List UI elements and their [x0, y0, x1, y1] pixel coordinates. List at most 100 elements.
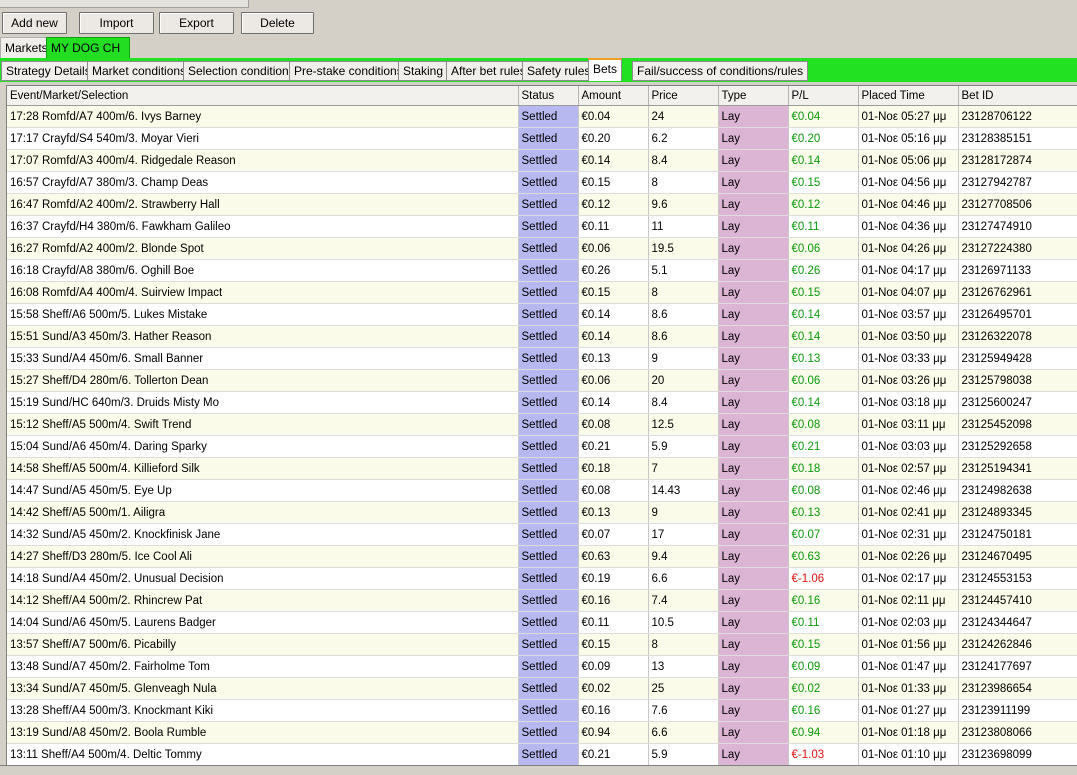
tab-selection-conditions[interactable]: Selection conditions: [183, 61, 300, 81]
col-type-header[interactable]: Type: [718, 86, 789, 106]
table-row[interactable]: 16:47 Romfd/A2 400m/2. Strawberry Hall Se…: [7, 193, 1077, 216]
table-row[interactable]: 13:11 Sheff/A4 500m/4. Deltic Tommy Settl…: [7, 743, 1077, 766]
table-row[interactable]: 13:19 Sund/A8 450m/2. Boola Rumble Settle…: [7, 721, 1077, 744]
top-panel-edge: [0, 0, 249, 8]
amount-cell: €0.14: [578, 391, 649, 414]
tab-pre-stake-conditions[interactable]: Pre-stake conditions: [289, 61, 408, 81]
placed-time-cell: 01-Νοε 03:57 μμ: [858, 303, 959, 326]
table-row[interactable]: 15:04 Sund/A6 450m/4. Daring Sparky Settl…: [7, 435, 1077, 458]
placed-time-cell: 01-Νοε 01:27 μμ: [858, 699, 959, 722]
pl-cell: €0.15: [788, 281, 859, 304]
status-cell: Settled: [518, 215, 579, 238]
bet-id-cell: 23124670495: [958, 545, 1077, 568]
tab-after-bet-rules[interactable]: After bet rules: [446, 61, 531, 81]
table-row[interactable]: 16:27 Romfd/A2 400m/2. Blonde Spot Settle…: [7, 237, 1077, 260]
col-event-header[interactable]: Event/Market/Selection: [7, 86, 519, 106]
tab-markets[interactable]: Markets: [0, 37, 50, 59]
add-new-button[interactable]: Add new: [2, 12, 67, 34]
table-row[interactable]: 13:57 Sheff/A7 500m/6. Picabilly Settled €…: [7, 633, 1077, 656]
bet-id-cell: 23127224380: [958, 237, 1077, 260]
status-cell: Settled: [518, 105, 579, 128]
col-placed-time-header[interactable]: Placed Time: [858, 86, 959, 106]
pl-cell: €0.08: [788, 413, 859, 436]
status-cell: Settled: [518, 303, 579, 326]
amount-cell: €0.07: [578, 523, 649, 546]
table-row[interactable]: 13:48 Sund/A7 450m/2. Fairholme Tom Settl…: [7, 655, 1077, 678]
table-row[interactable]: 14:58 Sheff/A5 500m/4. Killieford Silk Se…: [7, 457, 1077, 480]
event-cell: 16:57 Crayfd/A7 380m/3. Champ Deas: [7, 171, 519, 194]
type-cell: Lay: [718, 237, 789, 260]
amount-cell: €0.14: [578, 149, 649, 172]
table-row[interactable]: 14:12 Sheff/A4 500m/2. Rhincrew Pat Settl…: [7, 589, 1077, 612]
type-cell: Lay: [718, 457, 789, 480]
table-row[interactable]: 17:07 Romfd/A3 400m/4. Ridgedale Reason S…: [7, 149, 1077, 172]
bets-table: Event/Market/Selection Status Amount Price T…: [7, 86, 1077, 766]
placed-time-cell: 01-Νοε 04:07 μμ: [858, 281, 959, 304]
status-cell: Settled: [518, 435, 579, 458]
table-row[interactable]: 16:37 Crayfd/H4 380m/6. Fawkham Galileo S…: [7, 215, 1077, 238]
tab-safety-rules[interactable]: Safety rules: [522, 61, 596, 81]
event-cell: 15:19 Sund/HC 640m/3. Druids Misty Mo: [7, 391, 519, 414]
table-row[interactable]: 16:08 Romfd/A4 400m/4. Suirview Impact Se…: [7, 281, 1077, 304]
pl-cell: €0.11: [788, 611, 859, 634]
pl-cell: €0.14: [788, 325, 859, 348]
amount-cell: €0.06: [578, 369, 649, 392]
table-row[interactable]: 17:17 Crayfd/S4 540m/3. Moyar Vieri Settl…: [7, 127, 1077, 150]
table-row[interactable]: 15:27 Sheff/D4 280m/6. Tollerton Dean Set…: [7, 369, 1077, 392]
price-cell: 6.6: [648, 721, 719, 744]
price-cell: 25: [648, 677, 719, 700]
col-bet-id-header[interactable]: Bet ID: [958, 86, 1077, 106]
table-row[interactable]: 14:47 Sund/A5 450m/5. Eye Up Settled €0.08…: [7, 479, 1077, 502]
delete-button[interactable]: Delete: [241, 12, 314, 34]
table-row[interactable]: 13:28 Sheff/A4 500m/3. Knockmant Kiki Set…: [7, 699, 1077, 722]
col-price-header[interactable]: Price: [648, 86, 719, 106]
event-cell: 17:07 Romfd/A3 400m/4. Ridgedale Reason: [7, 149, 519, 172]
status-cell: Settled: [518, 523, 579, 546]
table-row[interactable]: 15:19 Sund/HC 640m/3. Druids Misty Mo Set…: [7, 391, 1077, 414]
table-row[interactable]: 14:04 Sund/A6 450m/5. Laurens Badger Sett…: [7, 611, 1077, 634]
amount-cell: €0.15: [578, 171, 649, 194]
import-button[interactable]: Import: [79, 12, 154, 34]
status-cell: Settled: [518, 721, 579, 744]
price-cell: 24: [648, 105, 719, 128]
type-cell: Lay: [718, 655, 789, 678]
table-row[interactable]: 13:34 Sund/A7 450m/5. Glenveagh Nula Sett…: [7, 677, 1077, 700]
tab-market-conditions[interactable]: Market conditions: [87, 61, 192, 81]
tab-bets[interactable]: Bets: [588, 58, 623, 81]
table-row[interactable]: 14:32 Sund/A5 450m/2. Knockfinisk Jane Se…: [7, 523, 1077, 546]
amount-cell: €0.11: [578, 215, 649, 238]
price-cell: 8: [648, 633, 719, 656]
table-row[interactable]: 14:18 Sund/A4 450m/2. Unusual Decision Se…: [7, 567, 1077, 590]
type-cell: Lay: [718, 523, 789, 546]
table-row[interactable]: 17:28 Romfd/A7 400m/6. Ivys Barney Settle…: [7, 105, 1077, 128]
tab-my-dog-ch[interactable]: MY DOG CH: [46, 37, 130, 59]
status-cell: Settled: [518, 369, 579, 392]
col-amount-header[interactable]: Amount: [578, 86, 649, 106]
price-cell: 6.6: [648, 567, 719, 590]
event-cell: 13:48 Sund/A7 450m/2. Fairholme Tom: [7, 655, 519, 678]
table-row[interactable]: 15:58 Sheff/A6 500m/5. Lukes Mistake Sett…: [7, 303, 1077, 326]
table-row[interactable]: 14:27 Sheff/D3 280m/5. Ice Cool Ali Settl…: [7, 545, 1077, 568]
export-button[interactable]: Export: [159, 12, 234, 34]
col-pl-header[interactable]: P/L: [788, 86, 859, 106]
table-row[interactable]: 16:18 Crayfd/A8 380m/6. Oghill Boe Settle…: [7, 259, 1077, 282]
amount-cell: €0.94: [578, 721, 649, 744]
tab-strategy-details[interactable]: Strategy Details: [1, 61, 96, 81]
bet-id-cell: 23125194341: [958, 457, 1077, 480]
pl-cell: €0.16: [788, 589, 859, 612]
table-row[interactable]: 15:33 Sund/A4 450m/6. Small Banner Settle…: [7, 347, 1077, 370]
table-row[interactable]: 14:42 Sheff/A5 500m/1. Ailigra Settled €0.…: [7, 501, 1077, 524]
amount-cell: €0.63: [578, 545, 649, 568]
table-row[interactable]: 15:12 Sheff/A5 500m/4. Swift Trend Settle…: [7, 413, 1077, 436]
col-status-header[interactable]: Status: [518, 86, 579, 106]
placed-time-cell: 01-Νοε 01:10 μμ: [858, 743, 959, 766]
event-cell: 14:27 Sheff/D3 280m/5. Ice Cool Ali: [7, 545, 519, 568]
price-cell: 9.4: [648, 545, 719, 568]
tab-fail-success[interactable]: Fail/success of conditions/rules: [632, 61, 809, 81]
bets-grid[interactable]: Event/Market/Selection Status Amount Price T…: [6, 85, 1077, 766]
table-row[interactable]: 16:57 Crayfd/A7 380m/3. Champ Deas Settle…: [7, 171, 1077, 194]
bet-id-cell: 23126762961: [958, 281, 1077, 304]
table-row[interactable]: 15:51 Sund/A3 450m/3. Hather Reason Settl…: [7, 325, 1077, 348]
price-cell: 11: [648, 215, 719, 238]
tab-staking[interactable]: Staking: [398, 61, 449, 81]
